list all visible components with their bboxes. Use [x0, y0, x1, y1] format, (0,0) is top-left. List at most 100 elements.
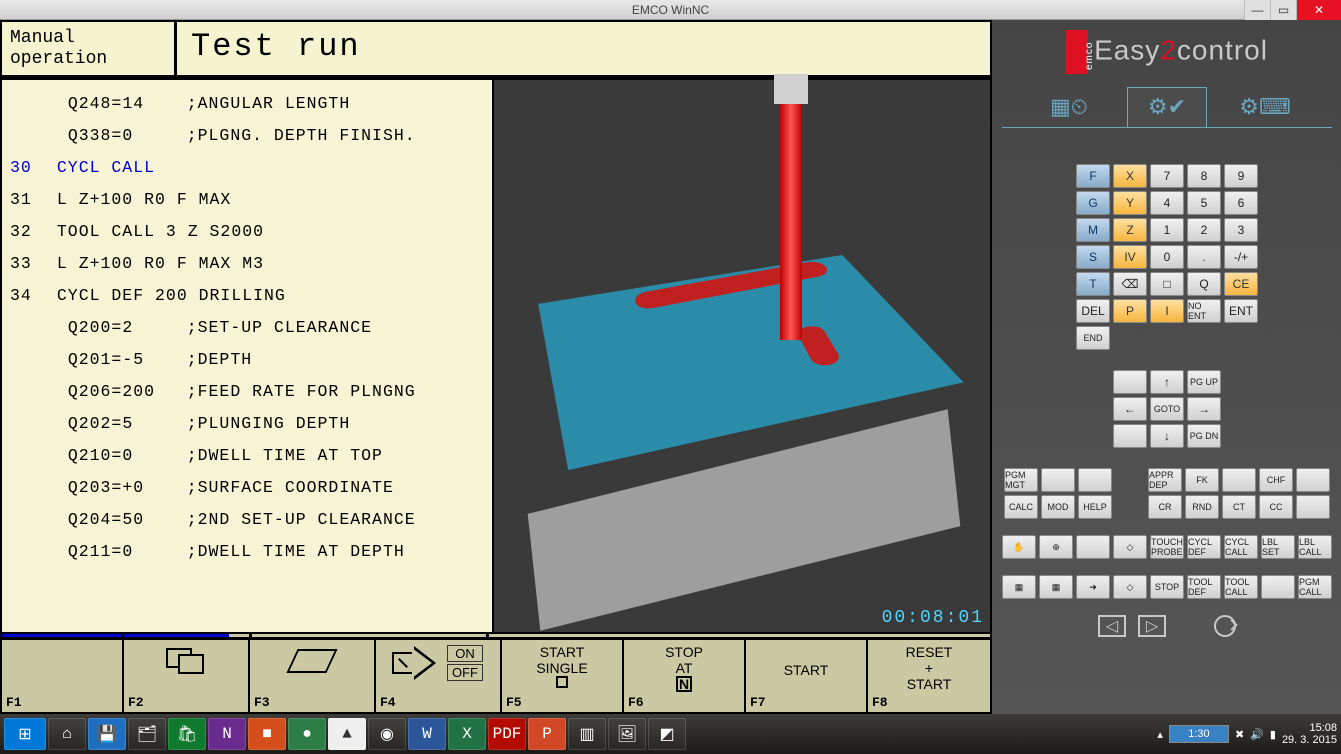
taskbar-app-icon[interactable]: ● [288, 718, 326, 750]
key-del[interactable]: DEL [1076, 299, 1110, 323]
cycle-key-[interactable]: ⊕ [1039, 535, 1073, 559]
taskbar-app-icon[interactable]: ■ [248, 718, 286, 750]
key-9[interactable]: 9 [1224, 164, 1258, 188]
softkey-f8-reset-start[interactable]: RESET + START F8 [868, 640, 990, 712]
key-5[interactable]: 5 [1187, 191, 1221, 215]
battery-indicator[interactable]: 1:30 [1169, 725, 1229, 743]
window-restore-button[interactable] [1270, 0, 1296, 20]
nc-program-line[interactable]: Q206=200 ;FEED RATE FOR PLNGNG [10, 376, 486, 408]
tray-network-icon[interactable]: 🔊 [1250, 728, 1264, 741]
key-q[interactable]: Q [1187, 272, 1221, 296]
nc-program-line[interactable]: 33 L Z+100 R0 F MAX M3 [10, 248, 486, 280]
cycle-key-[interactable]: ◇ [1113, 575, 1147, 599]
tray-tool-icon[interactable]: ✖ [1235, 728, 1244, 741]
cycle-key-lblset[interactable]: LBL SET [1261, 535, 1295, 559]
taskbar-app-icon[interactable]: ▲ [328, 718, 366, 750]
taskbar-word-icon[interactable]: W [408, 718, 446, 750]
softkey-f1[interactable]: F1 [2, 640, 124, 712]
prev-button[interactable]: ◁ [1098, 615, 1126, 637]
taskbar-photo-icon[interactable]: 🖼 [608, 718, 646, 750]
tab-keyboard[interactable]: ⚙⌨ [1225, 87, 1305, 127]
nc-program-line[interactable]: Q203=+0 ;SURFACE COORDINATE [10, 472, 486, 504]
taskbar-app-icon[interactable]: ◩ [648, 718, 686, 750]
cycle-key-stop[interactable]: STOP [1150, 575, 1184, 599]
simulation-viewport[interactable]: 00:08:01 [492, 80, 990, 632]
system-clock[interactable]: 15:08 29. 3. 2015 [1282, 722, 1337, 746]
key-noent[interactable]: NO ENT [1187, 299, 1221, 323]
fkey-calc[interactable]: CALC [1004, 495, 1038, 519]
fkey-pgmmgt[interactable]: PGM MGT [1004, 468, 1038, 492]
window-minimize-button[interactable] [1244, 0, 1270, 20]
nc-program-line[interactable]: 30 CYCL CALL [10, 152, 486, 184]
key-y[interactable]: Y [1113, 191, 1147, 215]
key-[interactable]: □ [1150, 272, 1184, 296]
nc-program-listing[interactable]: Q248=14 ;ANGULAR LENGTH Q338=0 ;PLGNG. D… [2, 80, 492, 632]
key-m[interactable]: M [1076, 218, 1110, 242]
nav-key-[interactable]: ← [1113, 397, 1147, 421]
nc-program-line[interactable]: Q210=0 ;DWELL TIME AT TOP [10, 440, 486, 472]
cycle-key-cyclcall[interactable]: CYCL CALL [1224, 535, 1258, 559]
nc-program-line[interactable]: Q248=14 ;ANGULAR LENGTH [10, 88, 486, 120]
taskbar-save-icon[interactable]: 💾 [88, 718, 126, 750]
tab-settings[interactable]: ⚙✔ [1127, 87, 1207, 127]
cycle-key-[interactable]: ◇ [1113, 535, 1147, 559]
fkey-apprdep[interactable]: APPR DEP [1148, 468, 1182, 492]
softkey-f5-start-single[interactable]: START SINGLE F5 [502, 640, 624, 712]
taskbar-app-icon[interactable]: ▥ [568, 718, 606, 750]
tray-arrow-icon[interactable]: ▴ [1157, 728, 1163, 741]
nc-program-line[interactable]: Q204=50 ;2ND SET-UP CLEARANCE [10, 504, 486, 536]
cycle-key-pgmcall[interactable]: PGM CALL [1298, 575, 1332, 599]
key-0[interactable]: 0 [1150, 245, 1184, 269]
nc-program-line[interactable]: Q211=0 ;DWELL TIME AT DEPTH [10, 536, 486, 568]
cycle-key-[interactable]: ▦ [1002, 575, 1036, 599]
key-2[interactable]: 2 [1187, 218, 1221, 242]
next-button[interactable]: ▷ [1138, 615, 1166, 637]
taskbar-home-icon[interactable]: ⌂ [48, 718, 86, 750]
key-g[interactable]: G [1076, 191, 1110, 215]
key-end[interactable]: END [1076, 326, 1110, 350]
fkey-fk[interactable]: FK [1185, 468, 1219, 492]
taskbar-excel-icon[interactable]: X [448, 718, 486, 750]
key-4[interactable]: 4 [1150, 191, 1184, 215]
key-1[interactable]: 1 [1150, 218, 1184, 242]
key-s[interactable]: S [1076, 245, 1110, 269]
key-iv[interactable]: IV [1113, 245, 1147, 269]
key-7[interactable]: 7 [1150, 164, 1184, 188]
nc-program-line[interactable]: 34 CYCL DEF 200 DRILLING [10, 280, 486, 312]
key-z[interactable]: Z [1113, 218, 1147, 242]
fkey-ct[interactable]: CT [1222, 495, 1256, 519]
key-ent[interactable]: ENT [1224, 299, 1258, 323]
fkey-cr[interactable]: CR [1148, 495, 1182, 519]
cycle-key-[interactable]: ➜ [1076, 575, 1110, 599]
key-f[interactable]: F [1076, 164, 1110, 188]
key-ce[interactable]: CE [1224, 272, 1258, 296]
cycle-key-touchprobe[interactable]: TOUCH PROBE [1150, 535, 1184, 559]
taskbar-chrome-icon[interactable]: ◉ [368, 718, 406, 750]
nav-key-[interactable]: → [1187, 397, 1221, 421]
fkey-chf[interactable]: CHF [1259, 468, 1293, 492]
key-6[interactable]: 6 [1224, 191, 1258, 215]
key-[interactable]: . [1187, 245, 1221, 269]
softkey-f2[interactable]: F2 [124, 640, 250, 712]
key-x[interactable]: X [1113, 164, 1147, 188]
key-3[interactable]: 3 [1224, 218, 1258, 242]
nc-program-line[interactable]: Q201=-5 ;DEPTH [10, 344, 486, 376]
window-close-button[interactable] [1296, 0, 1341, 20]
nc-program-line[interactable]: Q338=0 ;PLGNG. DEPTH FINISH. [10, 120, 486, 152]
nc-program-line[interactable]: Q200=2 ;SET-UP CLEARANCE [10, 312, 486, 344]
key-[interactable]: ⌫ [1113, 272, 1147, 296]
nav-key-goto[interactable]: GOTO [1150, 397, 1184, 421]
cycle-key-tooldef[interactable]: TOOL DEF [1187, 575, 1221, 599]
tray-wifi-icon[interactable]: ▮ [1270, 728, 1276, 741]
key-[interactable]: -/+ [1224, 245, 1258, 269]
fkey-mod[interactable]: MOD [1041, 495, 1075, 519]
softkey-f3[interactable]: F3 [250, 640, 376, 712]
taskbar-onenote-icon[interactable]: N [208, 718, 246, 750]
key-t[interactable]: T [1076, 272, 1110, 296]
loop-button[interactable] [1214, 615, 1236, 637]
cycle-key-cycldef[interactable]: CYCL DEF [1187, 535, 1221, 559]
softkey-f7-start[interactable]: START F7 [746, 640, 868, 712]
softkey-f4[interactable]: ON OFF F4 [376, 640, 502, 712]
nav-key-pgdn[interactable]: PG DN [1187, 424, 1221, 448]
nav-key-[interactable]: ↓ [1150, 424, 1184, 448]
